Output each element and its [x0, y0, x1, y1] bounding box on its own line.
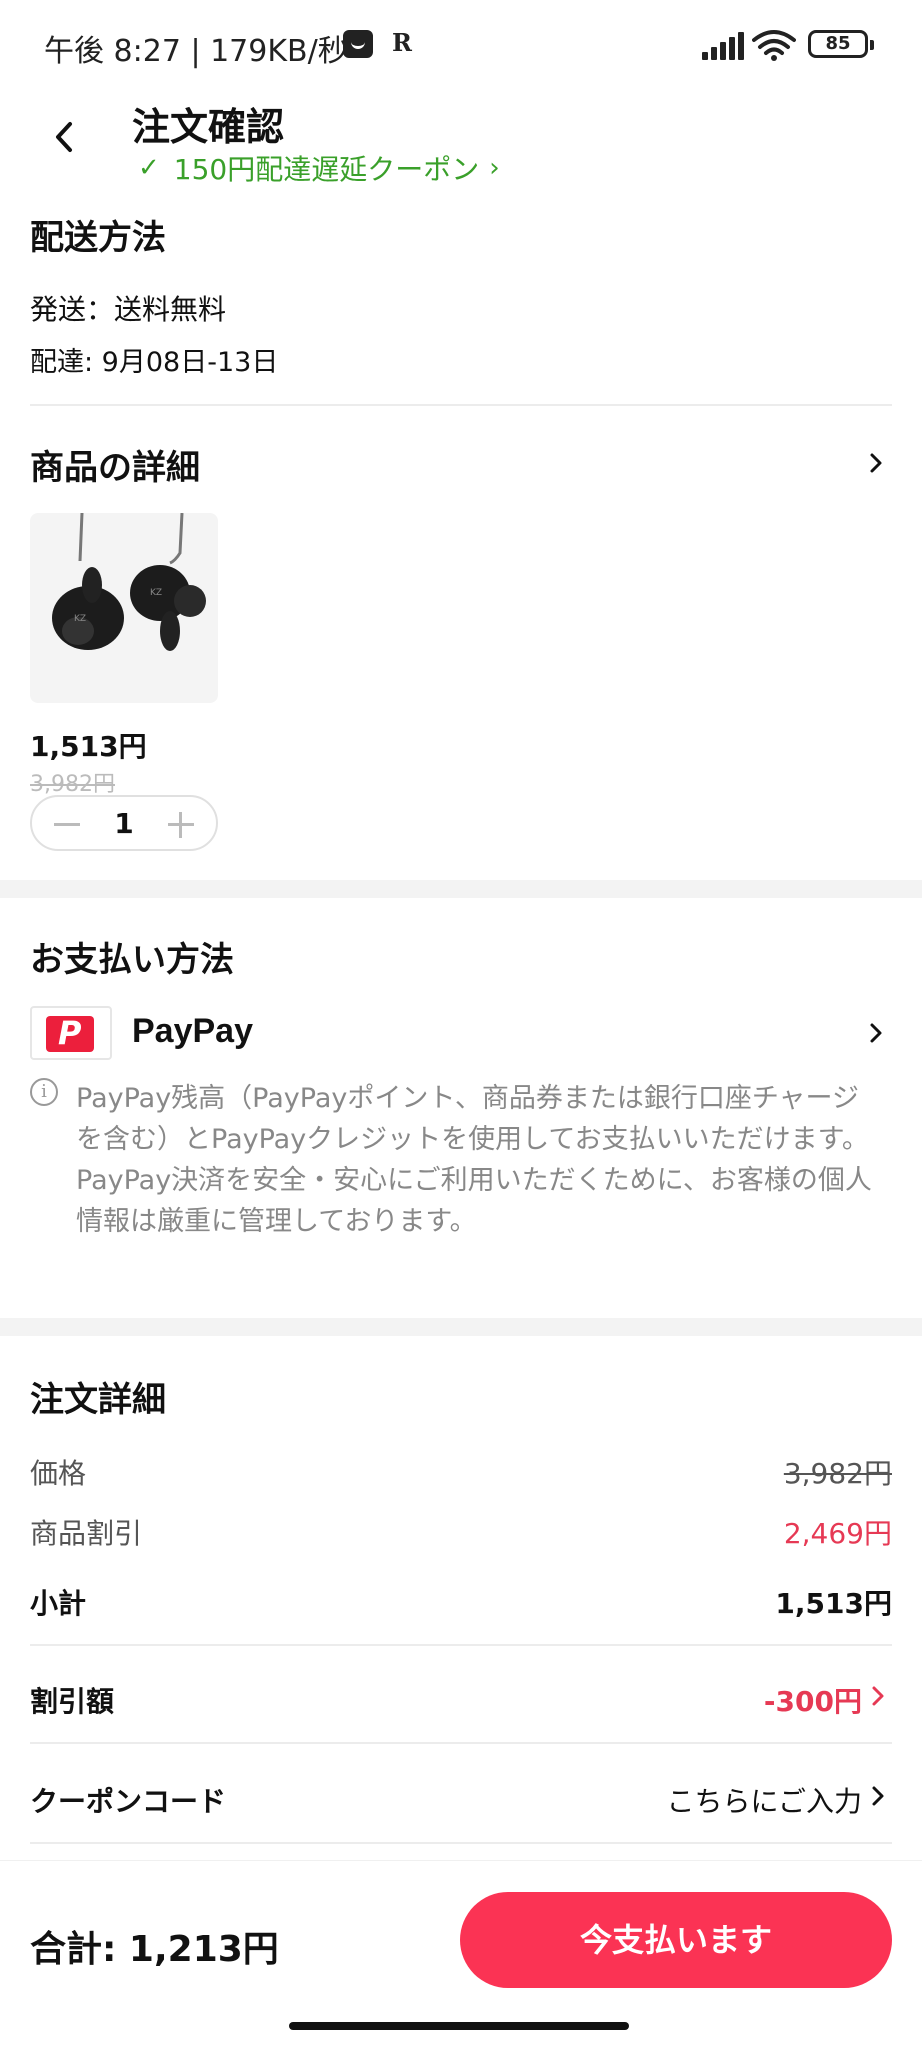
price-label: 価格	[30, 1457, 87, 1490]
coupon-code-label: クーポンコード	[30, 1785, 227, 1818]
status-bar: 午後 8:27 | 179KB/秒 R 85	[0, 0, 922, 92]
wifi-icon	[752, 30, 796, 61]
signal-icon	[702, 32, 746, 60]
pay-now-button[interactable]: 今支払います	[460, 1892, 892, 1988]
section-separator	[0, 880, 922, 898]
delay-coupon-link[interactable]: ✓ 150円配達遅延クーポン ›	[138, 148, 500, 188]
delivery-date: 配達: 9月08日-13日	[30, 347, 279, 378]
total-amount: 合計: 1,213円	[30, 1929, 279, 1970]
coupon-code-chevron-icon[interactable]	[866, 1781, 890, 1811]
status-time: 午後 8:27 | 179KB/秒	[44, 34, 348, 69]
divider	[30, 1742, 892, 1744]
reduction-value[interactable]: -300円	[764, 1680, 862, 1720]
product-discount-label: 商品割引	[30, 1517, 143, 1550]
battery-icon: 85	[808, 30, 874, 58]
reduction-label: 割引額	[30, 1685, 115, 1718]
quantity-stepper: 1	[30, 795, 218, 851]
product-original-price: 3,982円	[30, 772, 115, 797]
paypay-logo	[30, 1006, 112, 1060]
chevron-right-icon: ›	[489, 153, 500, 183]
svg-text:KZ: KZ	[74, 614, 86, 624]
payment-method-label[interactable]: PayPay	[132, 1012, 253, 1051]
payment-method-chevron-icon[interactable]	[864, 1018, 888, 1048]
payment-section-title: お支払い方法	[30, 940, 234, 980]
payment-note-1: PayPay残高（PayPayポイント、商品券または銀行口座チャージを含む）とP…	[76, 1083, 869, 1155]
earphones-icon: KZ KZ	[52, 513, 206, 651]
divider	[30, 1842, 892, 1844]
plus-icon	[179, 812, 182, 838]
coupon-code-input-link[interactable]: こちらにご入力	[667, 1780, 862, 1820]
order-details-title: 注文詳細	[30, 1380, 166, 1420]
svg-text:KZ: KZ	[150, 588, 162, 598]
product-image[interactable]: KZ KZ	[30, 513, 218, 703]
shipping-section-title: 配送方法	[30, 218, 166, 258]
shopping-bag-icon	[343, 30, 373, 58]
info-icon: i	[30, 1078, 58, 1106]
payment-note-2: PayPay決済を安全・安心にご利用いただくために、お客様の個人情報は厳重に管理…	[76, 1165, 872, 1237]
page-title: 注文確認	[132, 105, 285, 149]
product-section-title: 商品の詳細	[30, 448, 200, 488]
check-icon: ✓	[138, 153, 160, 183]
subtotal-label: 小計	[30, 1587, 87, 1620]
payment-note: PayPay残高（PayPayポイント、商品券または銀行口座チャージを含む）とP…	[76, 1078, 886, 1242]
back-button[interactable]	[44, 112, 84, 162]
shipping-method: 発送：送料無料	[30, 293, 227, 326]
section-separator	[0, 1318, 922, 1336]
product-price: 1,513円	[30, 730, 147, 763]
delay-coupon-label: 150円配達遅延クーポン	[173, 153, 480, 186]
product-details-chevron-icon[interactable]	[864, 448, 888, 478]
price-value: 3,982円	[783, 1457, 892, 1490]
divider	[30, 404, 892, 406]
divider	[30, 1644, 892, 1646]
rakuten-r-icon: R	[392, 28, 412, 57]
reduction-chevron-icon[interactable]	[866, 1681, 890, 1711]
home-indicator[interactable]	[289, 2022, 629, 2030]
product-discount-value: 2,469円	[783, 1517, 892, 1550]
subtotal-value: 1,513円	[775, 1587, 892, 1620]
